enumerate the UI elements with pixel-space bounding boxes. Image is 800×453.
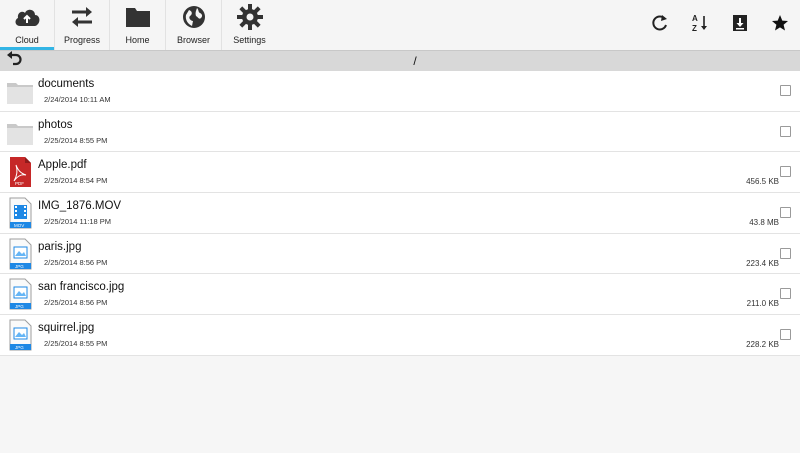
download-button[interactable] [720,0,760,50]
file-name: documents [38,78,95,90]
file-name: squirrel.jpg [38,322,95,335]
top-tab-bar: Cloud Progress Home Browser Settings A Z [0,0,800,50]
jpg-badge: JPG [15,264,24,269]
select-checkbox[interactable] [780,207,791,219]
sort-az-icon: A Z [691,13,709,38]
file-list: documents 2/24/2014 10:11 AM photos 2/25… [0,71,800,356]
select-checkbox[interactable] [780,329,791,341]
select-checkbox[interactable] [780,125,791,137]
star-icon [771,14,789,37]
select-checkbox[interactable] [780,288,791,300]
svg-text:A: A [692,14,698,23]
folder-icon [6,116,34,148]
list-item[interactable]: photos 2/25/2014 8:55 PM [0,111,800,153]
video-file-icon: MOV [6,197,34,229]
mov-badge: MOV [14,223,24,228]
image-file-icon: JPG [6,278,34,310]
file-size: 43.8 MB [749,218,779,228]
folder-icon [6,75,34,107]
file-name: paris.jpg [38,240,82,253]
gear-icon [234,3,266,31]
globe-icon [178,3,210,31]
current-path: / [413,54,417,68]
cloud-icon [11,3,43,31]
file-date: 2/24/2014 10:11 AM [44,95,111,104]
svg-text:Z: Z [692,24,697,33]
image-file-icon: JPG [6,319,34,351]
tab-label: Progress [63,35,100,45]
tab-settings[interactable]: Settings [222,0,277,50]
file-date: 2/25/2014 8:55 PM [44,339,108,349]
file-date: 2/25/2014 8:56 PM [44,298,108,308]
file-size: 211.0 KB [746,299,779,309]
tab-home[interactable]: Home [110,0,166,50]
tab-label: Settings [233,35,266,45]
list-item[interactable]: PDF Apple.pdf 2/25/2014 8:54 PM 456.5 KB [0,152,800,194]
file-size: 456.5 KB [746,177,779,187]
select-checkbox[interactable] [780,247,791,259]
path-bar: / [0,50,800,71]
refresh-icon [651,14,669,37]
file-date: 2/25/2014 8:54 PM [44,176,108,186]
list-item[interactable]: JPG paris.jpg 2/25/2014 8:56 PM 223.4 KB [0,233,800,275]
file-name: san francisco.jpg [38,281,125,294]
favorite-button[interactable] [760,0,800,50]
file-name: Apple.pdf [38,159,87,172]
list-item[interactable]: JPG san francisco.jpg 2/25/2014 8:56 PM … [0,274,800,316]
list-item[interactable]: MOV IMG_1876.MOV 2/25/2014 11:18 PM 43.8… [0,193,800,234]
sort-button[interactable]: A Z [680,0,720,50]
tab-label: Cloud [15,35,39,45]
file-name: photos [38,118,73,131]
file-name: IMG_1876.MOV [38,200,122,213]
file-date: 2/25/2014 8:56 PM [44,257,108,267]
download-icon [732,14,748,37]
tab-progress[interactable]: Progress [55,0,110,50]
folder-icon [122,3,154,31]
pdf-file-icon: PDF [6,156,34,188]
pdf-badge: PDF [15,181,24,186]
tab-browser[interactable]: Browser [166,0,222,50]
action-bar: A Z [640,0,800,50]
file-date: 2/25/2014 8:55 PM [44,135,108,145]
file-size: 223.4 KB [746,258,779,268]
file-size: 228.2 KB [746,340,779,350]
list-item[interactable]: JPG squirrel.jpg 2/25/2014 8:55 PM 228.2… [0,315,800,356]
refresh-button[interactable] [640,0,680,50]
select-checkbox[interactable] [780,85,791,96]
tab-label: Browser [176,35,210,45]
jpg-badge: JPG [15,304,24,309]
tab-cloud[interactable]: Cloud [0,0,55,50]
select-checkbox[interactable] [780,166,791,178]
transfer-arrows-icon [66,3,98,31]
image-file-icon: JPG [6,238,34,270]
tab-label: Home [125,35,150,45]
file-date: 2/25/2014 11:18 PM [44,217,111,227]
list-item[interactable]: documents 2/24/2014 10:11 AM [0,71,800,112]
jpg-badge: JPG [15,345,24,350]
